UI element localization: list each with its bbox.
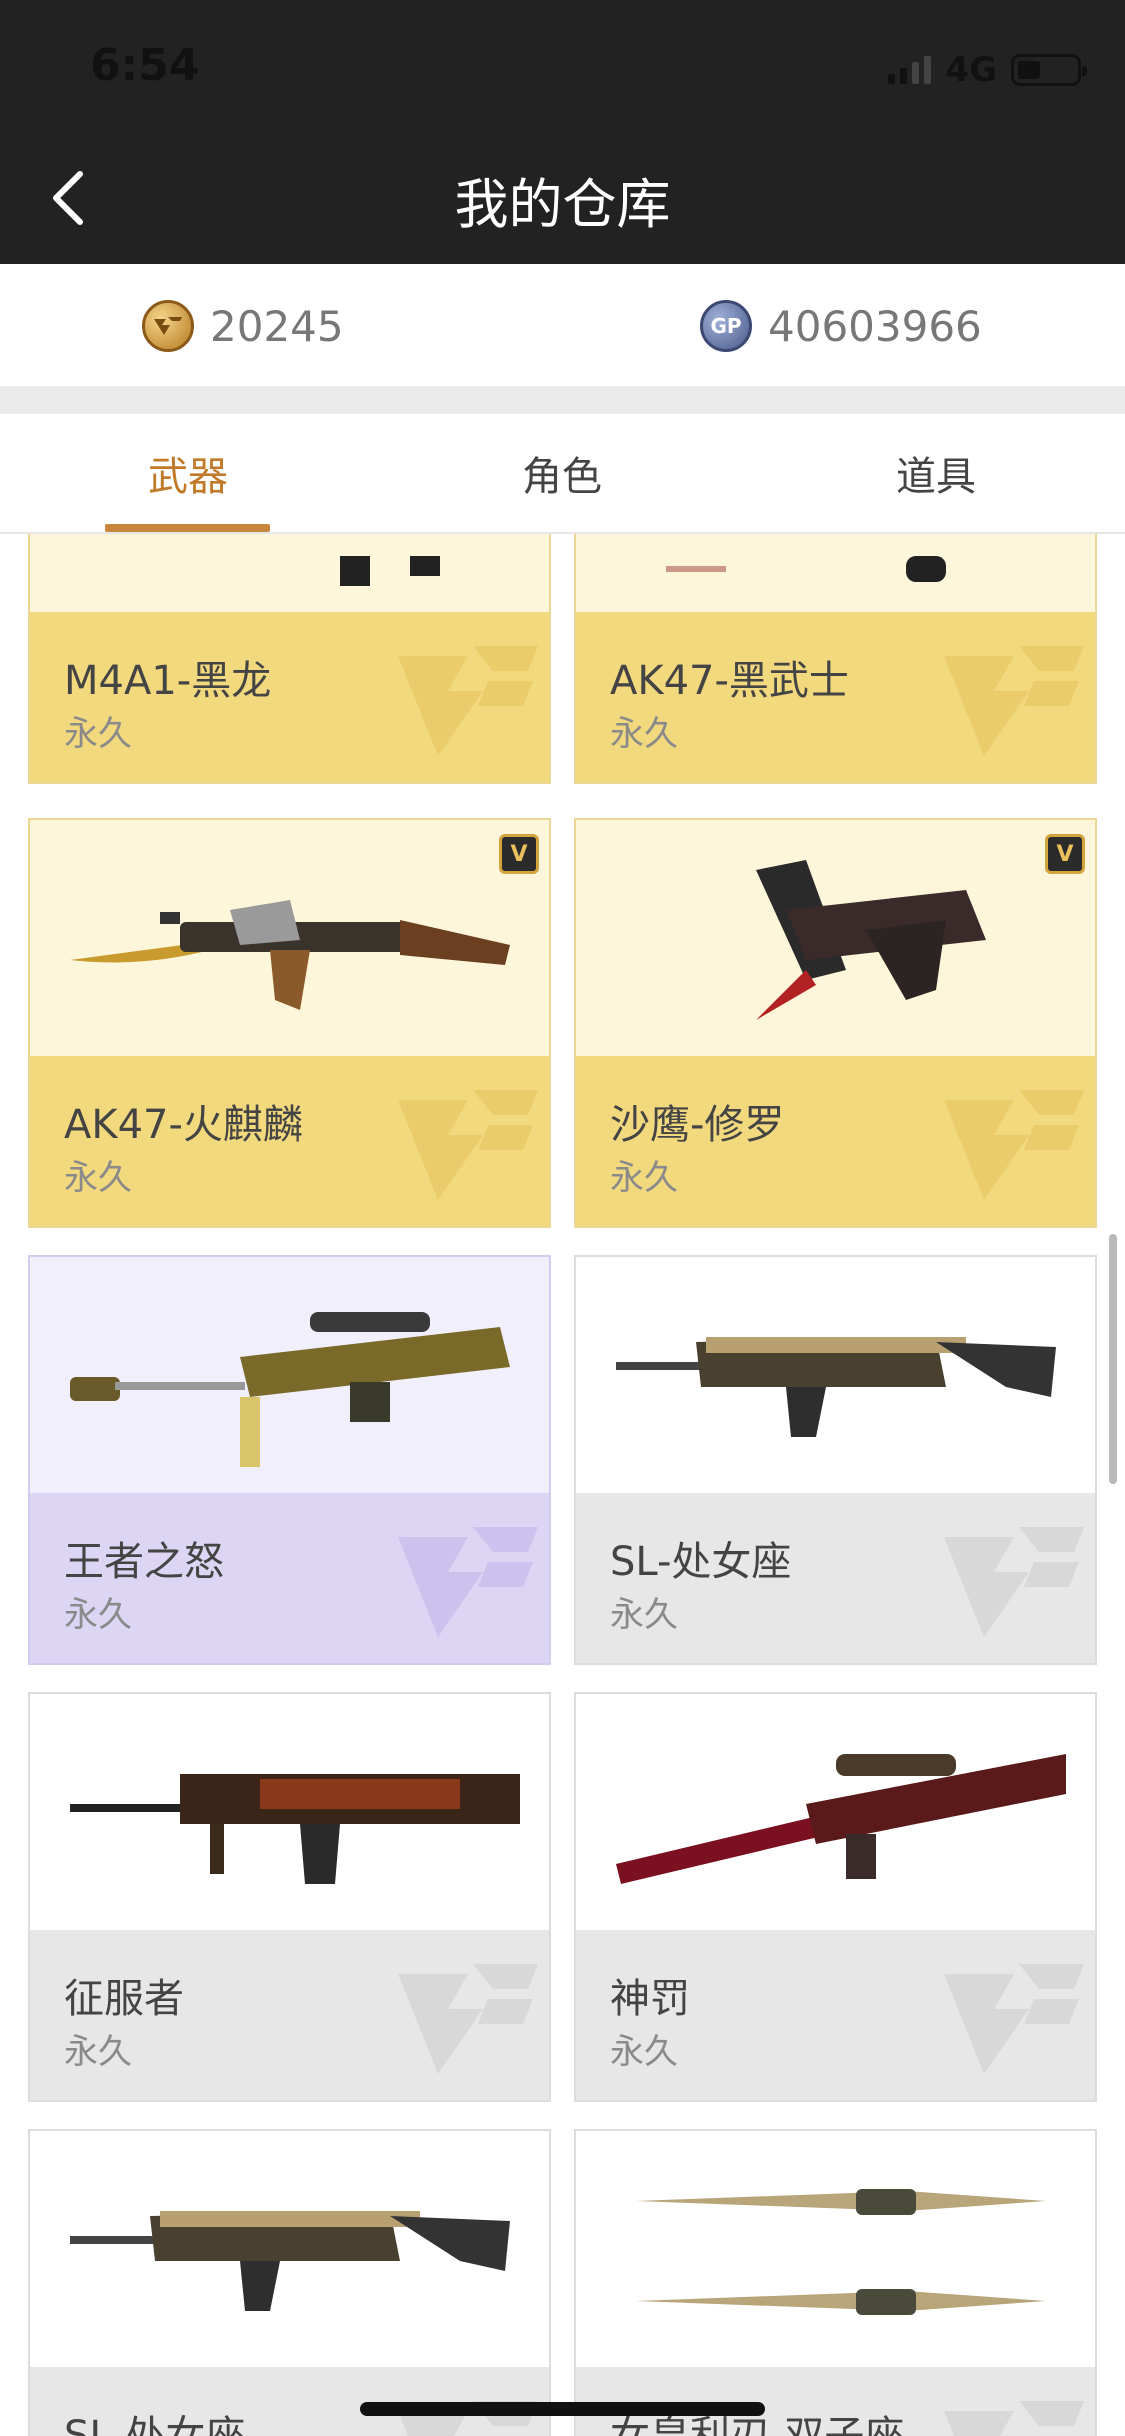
weapon-card[interactable]: 王者之怒 永久: [28, 1255, 551, 1665]
weapon-card[interactable]: V 沙鹰-修罗 永久: [574, 818, 1097, 1228]
network-label: 4G: [945, 50, 997, 90]
cf-watermark-icon: [398, 1527, 538, 1637]
weapon-name: 神罚: [610, 1976, 690, 2022]
cf-watermark-icon: [944, 1090, 1084, 1200]
weapon-duration: 永久: [64, 2032, 132, 2072]
weapon-image: [576, 1694, 1095, 1930]
weapon-info: 沙鹰-修罗 永久: [576, 1056, 1095, 1226]
weapon-info: 王者之怒 永久: [30, 1493, 549, 1663]
category-tabs: 武器 角色 道具: [0, 414, 1125, 534]
weapon-name: 征服者: [64, 1976, 184, 2022]
weapon-image: [30, 1694, 549, 1930]
tab-weapons[interactable]: 武器: [38, 444, 338, 502]
gp-coin-icon: GP: [700, 300, 752, 352]
weapon-name: AK47-黑武士: [610, 658, 849, 704]
home-indicator[interactable]: [360, 2402, 765, 2416]
cf-watermark-icon: [398, 1090, 538, 1200]
weapon-info: SL-处女座 永久: [576, 1493, 1095, 1663]
cf-coin-icon: [142, 300, 194, 352]
status-indicators: 4G: [888, 50, 1087, 90]
weapon-duration: 永久: [610, 714, 678, 754]
weapon-card[interactable]: V AK47-火麒麟 永久: [28, 818, 551, 1228]
weapon-image: [576, 534, 1095, 612]
weapon-image: [576, 1257, 1095, 1493]
weapon-duration: 永久: [610, 1158, 678, 1198]
weapon-name: M4A1-黑龙: [64, 658, 272, 704]
weapon-info: M4A1-黑龙 永久: [30, 612, 549, 782]
weapon-info: 神罚 永久: [576, 1930, 1095, 2100]
tab-items[interactable]: 道具: [786, 444, 1086, 502]
status-bar: 6:54 4G: [0, 0, 1125, 130]
cf-watermark-icon: [944, 2401, 1084, 2436]
weapon-image: V: [576, 820, 1095, 1056]
section-divider: [0, 386, 1125, 414]
gp-points: GP 40603966: [700, 300, 982, 352]
weapon-image: V: [30, 820, 549, 1056]
cf-watermark-icon: [398, 1964, 538, 2074]
cf-watermark-icon: [944, 1964, 1084, 2074]
weapon-card[interactable]: 女皇利刃-双子座 永久: [574, 2129, 1097, 2436]
weapon-duration: 永久: [610, 1595, 678, 1635]
status-time: 6:54: [90, 40, 200, 91]
weapon-duration: 永久: [64, 714, 132, 754]
scrollbar[interactable]: [1109, 1234, 1117, 1484]
weapon-image: [30, 1257, 549, 1493]
weapon-info: AK47-火麒麟 永久: [30, 1056, 549, 1226]
tab-characters[interactable]: 角色: [412, 444, 712, 502]
weapon-card[interactable]: 神罚 永久: [574, 1692, 1097, 2102]
weapon-image: [30, 2131, 549, 2367]
weapon-name: SL-处女座: [610, 1539, 792, 1585]
cf-watermark-icon: [944, 646, 1084, 756]
weapon-name: AK47-火麒麟: [64, 1102, 303, 1148]
weapon-duration: 永久: [64, 1595, 132, 1635]
cf-points: 20245: [142, 300, 344, 352]
cf-watermark-icon: [944, 1527, 1084, 1637]
weapon-grid: M4A1-黑龙 永久 AK47-黑武士 永久 V AK47-火麒麟 永久 V 沙…: [0, 534, 1125, 2436]
weapon-card[interactable]: SL-处女座 永久: [574, 1255, 1097, 1665]
navigation-bar: 6:54 4G 我的仓库: [0, 0, 1125, 264]
weapon-image: [576, 2131, 1095, 2367]
signal-icon: [888, 56, 932, 84]
weapon-card[interactable]: AK47-黑武士 永久: [574, 534, 1097, 784]
weapon-name: SL-处女座: [64, 2413, 246, 2436]
weapon-duration: 永久: [610, 2032, 678, 2072]
weapon-name: 沙鹰-修罗: [610, 1102, 785, 1148]
weapon-info: 征服者 永久: [30, 1930, 549, 2100]
cf-watermark-icon: [398, 646, 538, 756]
weapon-name: 王者之怒: [64, 1539, 224, 1585]
currency-row: 20245 GP 40603966: [0, 266, 1125, 386]
weapon-info: AK47-黑武士 永久: [576, 612, 1095, 782]
weapon-image: [30, 534, 549, 612]
cf-points-value: 20245: [210, 301, 344, 351]
weapon-card[interactable]: M4A1-黑龙 永久: [28, 534, 551, 784]
weapon-card[interactable]: SL-处女座 永久: [28, 2129, 551, 2436]
gp-points-value: 40603966: [768, 301, 982, 351]
weapon-duration: 永久: [64, 1158, 132, 1198]
vip-badge-icon: V: [499, 834, 539, 874]
battery-icon: [1011, 54, 1087, 86]
weapon-card[interactable]: 征服者 永久: [28, 1692, 551, 2102]
page-title: 我的仓库: [454, 173, 671, 236]
active-tab-indicator: [105, 524, 270, 532]
vip-badge-icon: V: [1045, 834, 1085, 874]
